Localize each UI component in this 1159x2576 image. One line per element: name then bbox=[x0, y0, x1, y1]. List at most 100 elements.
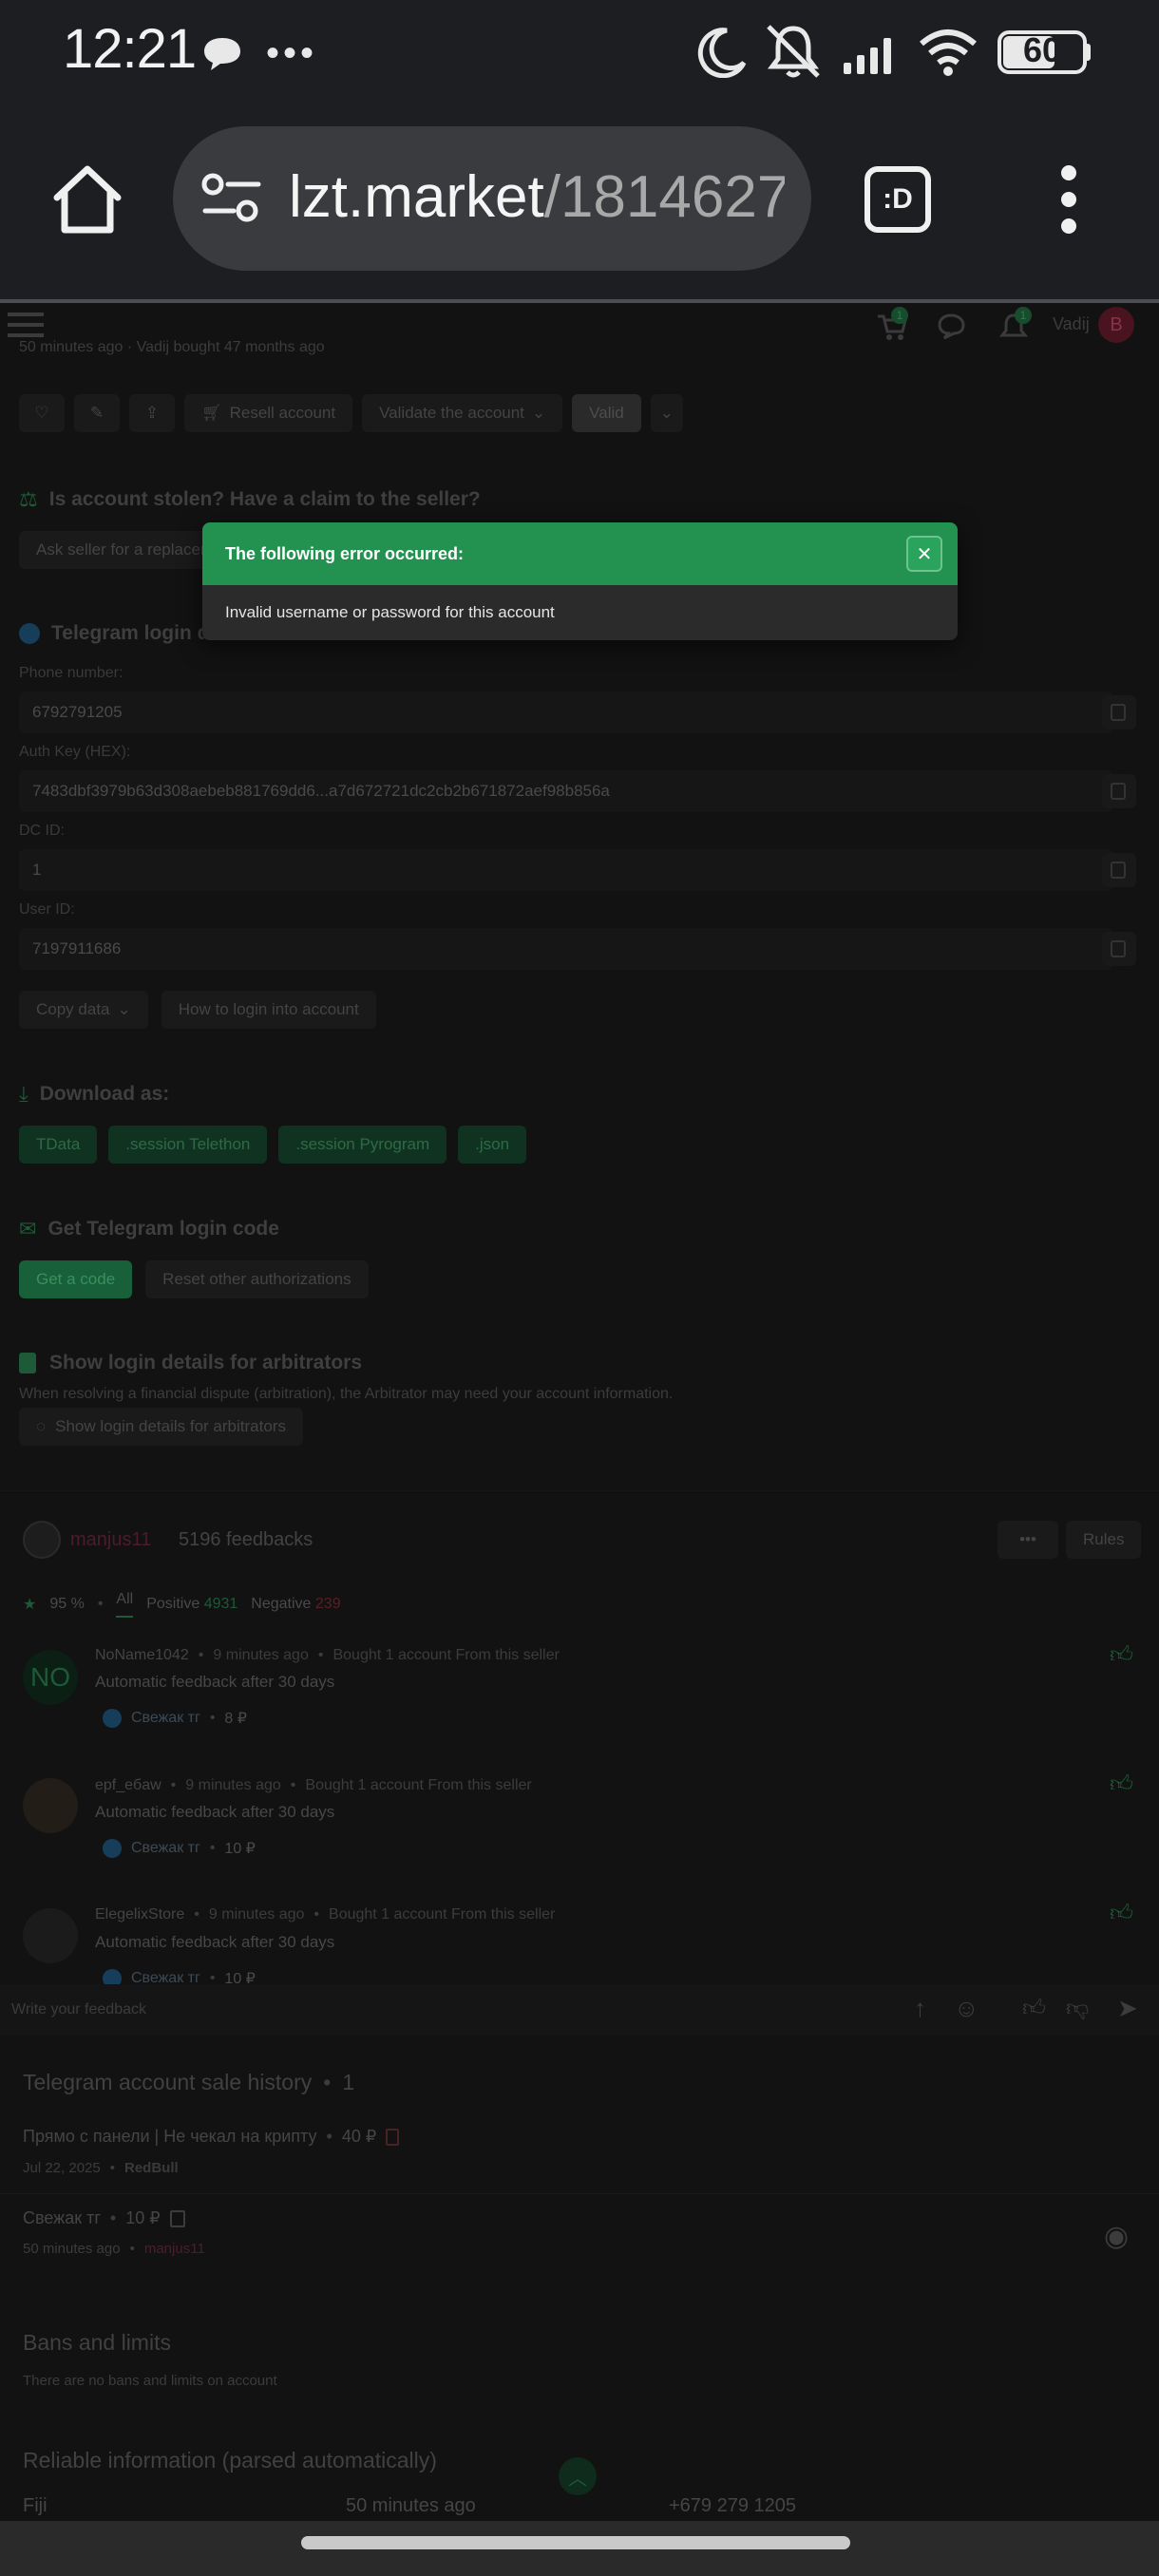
get-code-button[interactable]: Get a code bbox=[19, 1260, 133, 1298]
dc-id-field[interactable]: 1 bbox=[19, 849, 1113, 891]
share-button[interactable]: ⇪ bbox=[129, 394, 175, 432]
copy-phone-button[interactable] bbox=[1102, 695, 1136, 729]
gesture-handle[interactable] bbox=[301, 2536, 850, 2549]
user-avatar[interactable]: B bbox=[1098, 307, 1134, 343]
seller-avatar[interactable] bbox=[23, 1521, 61, 1559]
reliable-title: Reliable information (parsed automatical… bbox=[23, 2448, 437, 2472]
positive-count: 4931 bbox=[203, 1596, 238, 1612]
history-entry-name: Прямо с панели | Не чекал на крипту bbox=[23, 2127, 317, 2146]
feedback-username[interactable]: epf_eбaw bbox=[95, 1777, 162, 1794]
hamburger-menu-icon[interactable] bbox=[8, 309, 46, 341]
feedback-item-meta: NoName1042 • 9 minutes ago • Bought 1 acco… bbox=[95, 1647, 560, 1664]
download-tdata-button[interactable]: TData bbox=[19, 1126, 98, 1164]
feedback-more-button[interactable]: ••• bbox=[998, 1521, 1058, 1559]
url-text[interactable]: lzt.market/18146270 bbox=[289, 163, 785, 231]
send-icon[interactable]: ➤ bbox=[1117, 1994, 1138, 2023]
scroll-top-button[interactable]: ︿ bbox=[559, 2457, 597, 2495]
history-divider bbox=[0, 2193, 1159, 2194]
auth-key-field[interactable]: 7483dbf3979b63d308aebeb881769dd6...a7d67… bbox=[19, 770, 1113, 812]
feedback-text: Automatic feedback after 30 days bbox=[95, 1673, 335, 1691]
feedback-item-meta: ElegelixStore • 9 minutes ago • Bought 1 a… bbox=[95, 1906, 556, 1923]
feedback-count: 5196 feedbacks bbox=[179, 1529, 314, 1550]
tab-negative[interactable]: Negative 239 bbox=[251, 1596, 340, 1613]
dislike-toggle-icon[interactable]: 👎︎ bbox=[1066, 1996, 1089, 2022]
feedback-rules-button[interactable]: Rules bbox=[1066, 1521, 1142, 1559]
history-entry-user[interactable]: RedBull bbox=[124, 2160, 179, 2176]
user-id-field[interactable]: 7197911686 bbox=[19, 928, 1113, 970]
like-toggle-icon[interactable]: 👍︎ bbox=[1022, 1996, 1046, 2022]
tab-all[interactable]: All bbox=[116, 1591, 134, 1618]
history-title: Telegram account sale history bbox=[23, 2070, 313, 2094]
emoji-icon[interactable]: ☺ bbox=[954, 1994, 979, 2023]
show-arbitrator-label: Show login details for arbitrators bbox=[55, 1417, 286, 1435]
valid-status-button[interactable]: Valid bbox=[572, 394, 641, 432]
home-icon[interactable] bbox=[49, 161, 125, 236]
feedback-avatar[interactable] bbox=[23, 1908, 78, 1963]
download-telethon-button[interactable]: .session Telethon bbox=[108, 1126, 268, 1164]
feedback-item-product[interactable]: Свежак тг • 10 ₽ bbox=[103, 1969, 1140, 1984]
eye-icon[interactable]: ◉ bbox=[1104, 2220, 1129, 2253]
favorite-button[interactable]: ♡ bbox=[19, 394, 65, 432]
copy-data-button[interactable]: Copy data ⌄ bbox=[19, 991, 148, 1029]
thumbs-up-icon: 👍︎ bbox=[1110, 1901, 1134, 1926]
history-entry[interactable]: Свежак тг • 10 ₽ bbox=[23, 2208, 185, 2228]
ask-seller-replacement-button[interactable]: Ask seller for a replacement bbox=[19, 531, 209, 569]
validate-account-button[interactable]: Validate the account ⌄ bbox=[362, 394, 563, 432]
feedback-input[interactable]: Write your feedback bbox=[11, 2001, 146, 2018]
how-to-login-button[interactable]: How to login into account bbox=[161, 991, 376, 1029]
download-title: Download as: bbox=[39, 1083, 170, 1105]
chevron-down-icon: ⌄ bbox=[531, 404, 546, 422]
top-meta-text: 50 minutes ago · Vadij bought 47 months … bbox=[19, 339, 325, 355]
header-username[interactable]: Vadij bbox=[1053, 314, 1090, 334]
url-path: /18146270 bbox=[543, 164, 785, 230]
chat-icon[interactable] bbox=[937, 313, 965, 339]
phone-field[interactable]: 6792791205 bbox=[19, 691, 1113, 733]
feedback-avatar[interactable] bbox=[23, 1778, 78, 1833]
share-icon: ⇪ bbox=[144, 404, 160, 422]
reset-authorizations-button[interactable]: Reset other authorizations bbox=[145, 1260, 369, 1298]
feedback-item-product[interactable]: Свежак тг • 8 ₽ bbox=[103, 1709, 247, 1728]
copy-data-label: Copy data bbox=[36, 1000, 110, 1018]
download-json-button[interactable]: .json bbox=[458, 1126, 527, 1164]
user-id-label: User ID: bbox=[19, 901, 75, 918]
product-name: Свежак тг bbox=[131, 1840, 200, 1856]
seller-name[interactable]: manjus11 bbox=[70, 1529, 151, 1551]
phone-label: Phone number: bbox=[19, 665, 124, 681]
stolen-section-header: ⚖ Is account stolen? Have a claim to the… bbox=[19, 487, 481, 512]
login-code-title: Get Telegram login code bbox=[48, 1218, 279, 1240]
download-pyrogram-button[interactable]: .session Pyrogram bbox=[278, 1126, 447, 1164]
feedback-username[interactable]: NoName1042 bbox=[95, 1647, 189, 1664]
valid-dropdown-button[interactable]: ⌄ bbox=[650, 394, 683, 432]
feedback-avatar[interactable]: NO bbox=[23, 1650, 78, 1705]
error-dialog: The following error occurred: ✕ Invalid … bbox=[202, 522, 958, 640]
arrow-up-icon[interactable]: ↑ bbox=[914, 1994, 926, 2023]
heart-icon: ♡ bbox=[34, 404, 49, 422]
auth-key-label: Auth Key (HEX): bbox=[19, 744, 131, 760]
history-entry-date: 50 minutes ago bbox=[23, 2241, 121, 2257]
copy-auth-key-button[interactable] bbox=[1102, 774, 1136, 808]
chevron-down-icon: ⌄ bbox=[659, 404, 674, 422]
resell-account-button[interactable]: 🛒︎ Resell account bbox=[184, 394, 353, 432]
history-entry[interactable]: Прямо с панели | Не чекал на крипту • 40 … bbox=[23, 2127, 400, 2147]
feedback-item-product[interactable]: Свежак тг • 10 ₽ bbox=[103, 1839, 256, 1858]
tab-switcher-icon[interactable]: :D bbox=[864, 166, 931, 233]
close-button[interactable]: ✕ bbox=[906, 536, 942, 572]
reliable-phone: +679 279 1205 bbox=[669, 2495, 797, 2516]
json-label: .json bbox=[475, 1135, 510, 1153]
close-icon: ✕ bbox=[916, 543, 933, 565]
browser-menu-icon[interactable] bbox=[1054, 161, 1083, 237]
tab-positive[interactable]: Positive 4931 bbox=[146, 1596, 238, 1613]
reliable-time: 50 minutes ago bbox=[346, 2495, 476, 2516]
copy-user-id-button[interactable] bbox=[1102, 932, 1136, 966]
signal-icon bbox=[844, 38, 891, 74]
bans-text: There are no bans and limits on account bbox=[23, 2373, 277, 2389]
edit-button[interactable]: ✎ bbox=[74, 394, 120, 432]
notifications-badge: 1 bbox=[1015, 307, 1032, 324]
show-arbitrator-details-button[interactable]: ◌ Show login details for arbitrators bbox=[19, 1408, 303, 1446]
copy-dc-id-button[interactable] bbox=[1102, 853, 1136, 887]
feedback-username[interactable]: ElegelixStore bbox=[95, 1906, 184, 1923]
history-entry-user[interactable]: manjus11 bbox=[144, 2241, 205, 2257]
copy-icon bbox=[1111, 704, 1126, 721]
site-settings-icon[interactable] bbox=[201, 173, 262, 224]
battery-level: 60 bbox=[1022, 30, 1062, 69]
